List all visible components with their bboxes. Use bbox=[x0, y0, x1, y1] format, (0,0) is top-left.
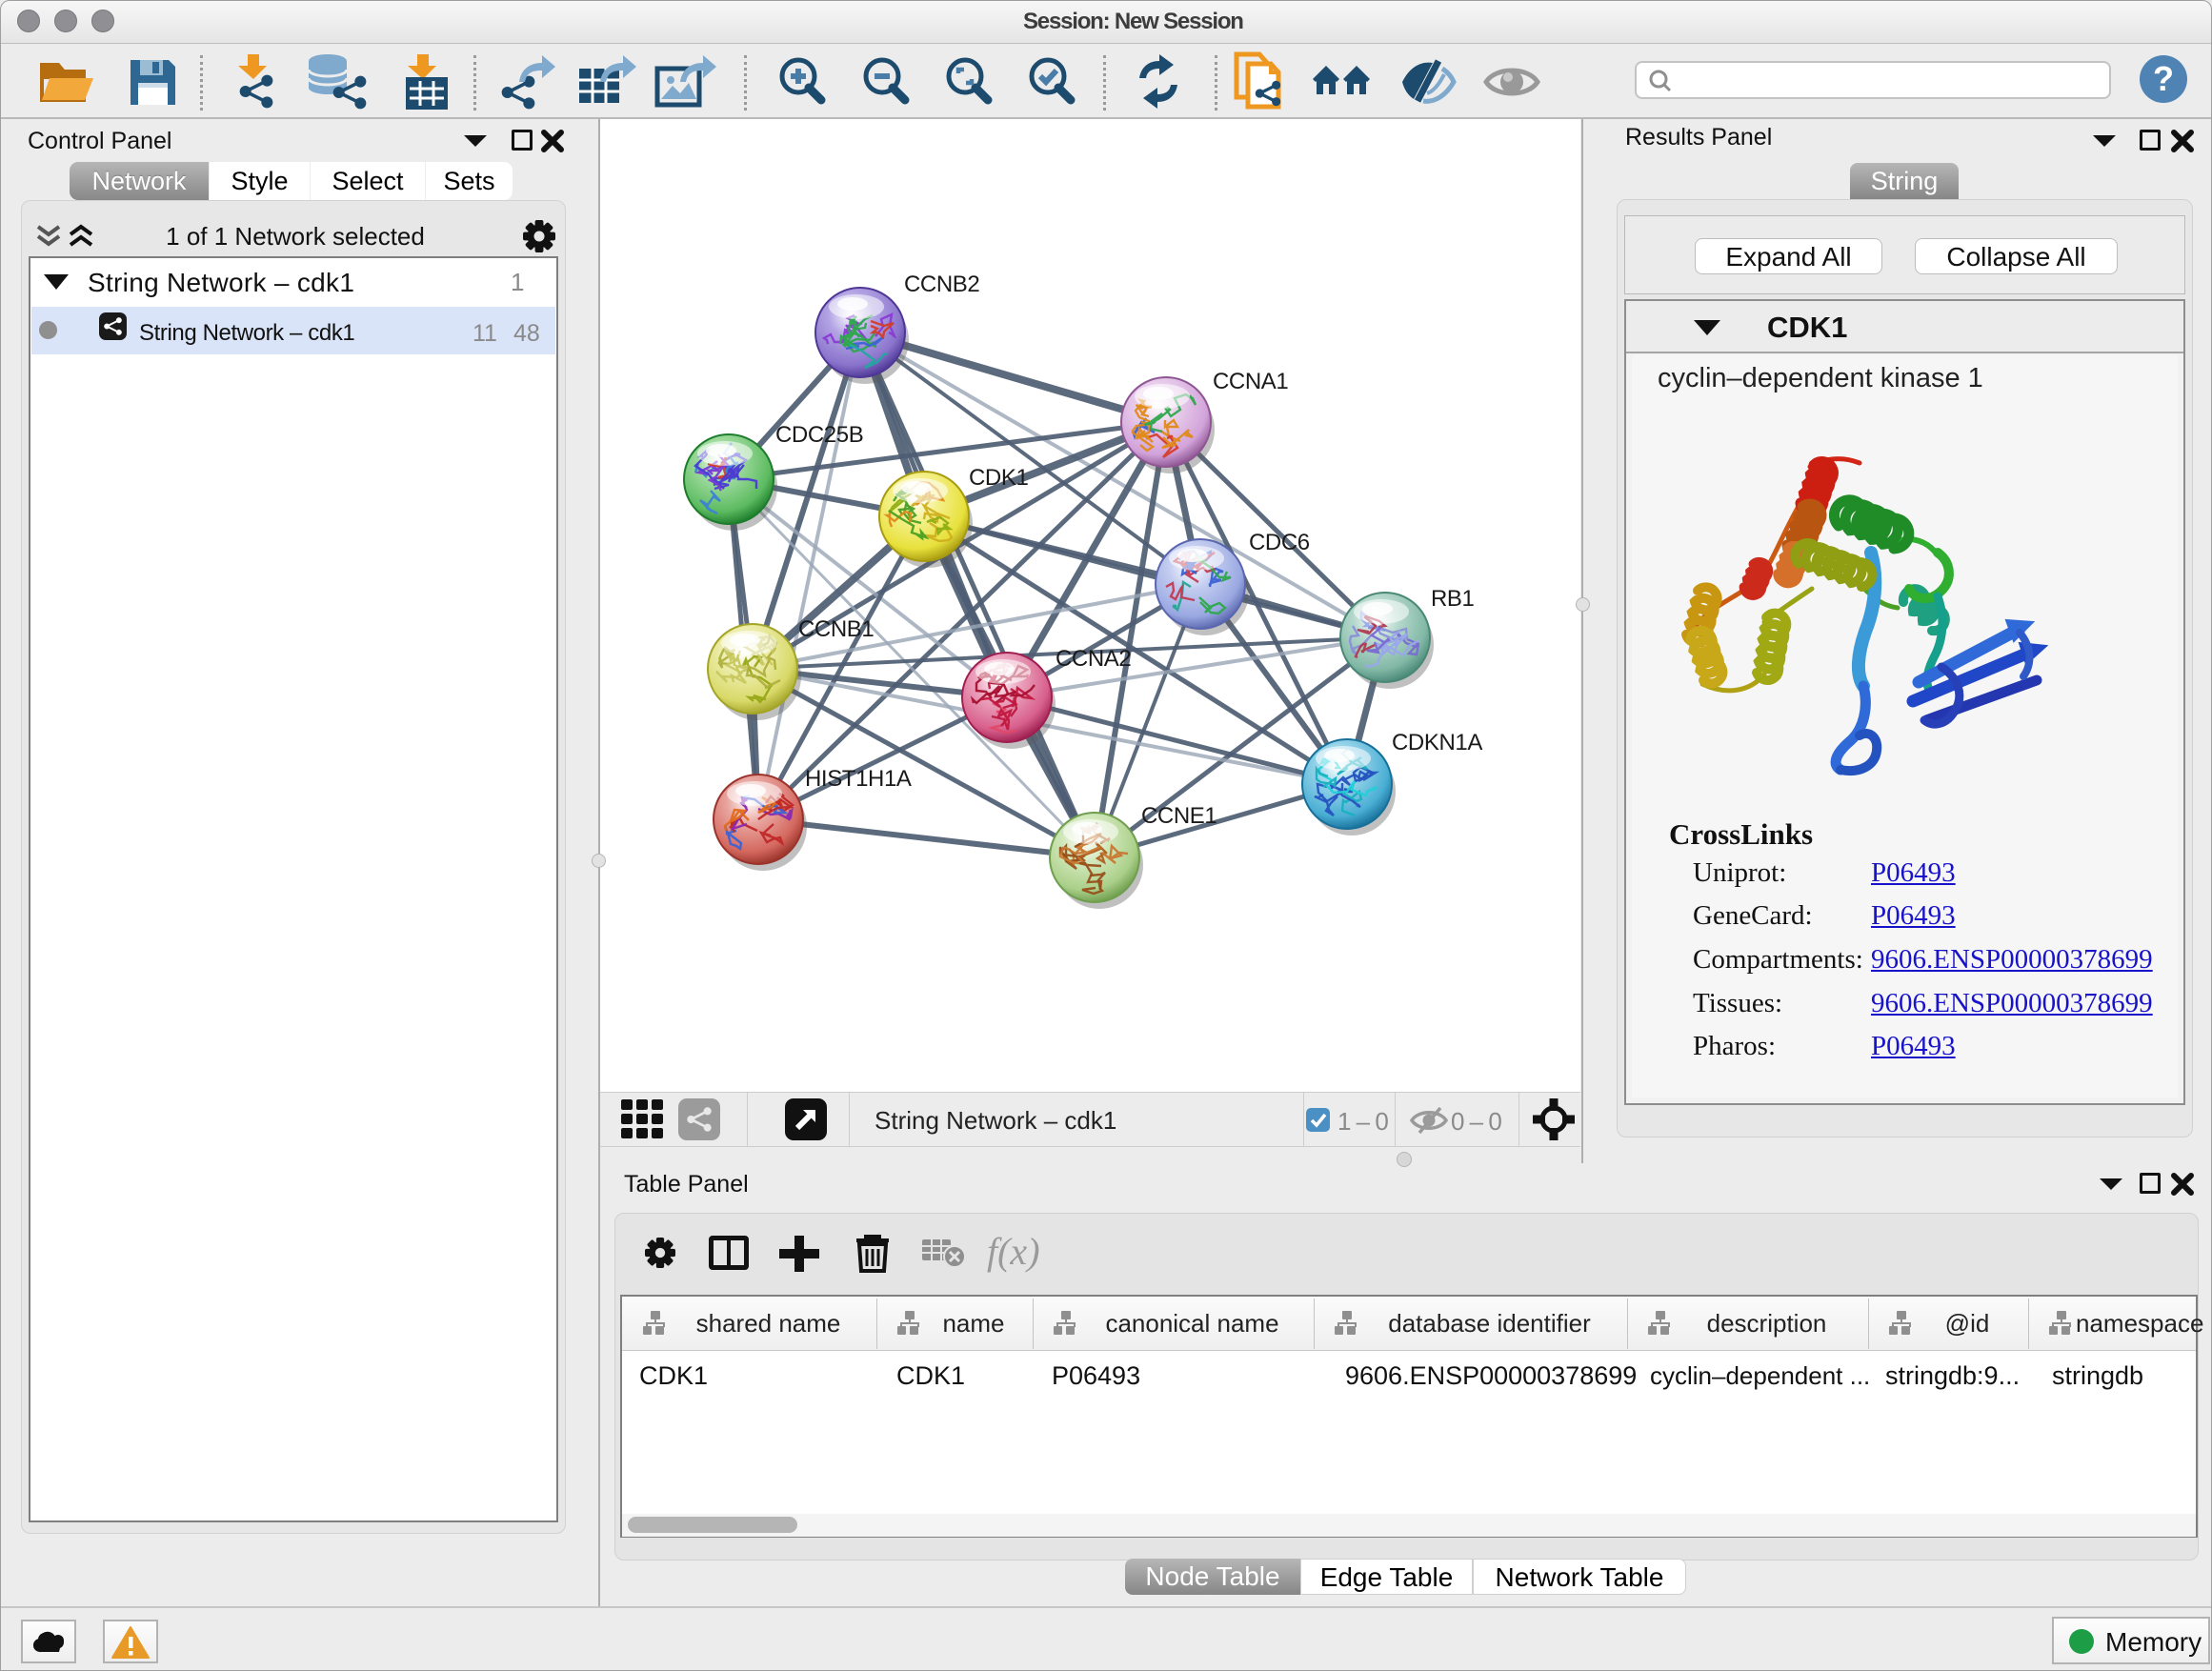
svg-text:CDC25B: CDC25B bbox=[775, 422, 863, 448]
svg-text:CCNB2: CCNB2 bbox=[904, 272, 979, 297]
svg-text:CDC6: CDC6 bbox=[1249, 530, 1310, 555]
svg-text:CCNB1: CCNB1 bbox=[798, 616, 874, 642]
svg-text:CCNE1: CCNE1 bbox=[1141, 803, 1217, 829]
svg-text:CCNA2: CCNA2 bbox=[1056, 646, 1131, 672]
svg-text:CDK1: CDK1 bbox=[969, 465, 1028, 491]
svg-text:CCNA1: CCNA1 bbox=[1213, 369, 1288, 394]
svg-text:CDKN1A: CDKN1A bbox=[1392, 730, 1482, 755]
svg-text:HIST1H1A: HIST1H1A bbox=[805, 766, 912, 792]
svg-text:RB1: RB1 bbox=[1431, 586, 1475, 612]
